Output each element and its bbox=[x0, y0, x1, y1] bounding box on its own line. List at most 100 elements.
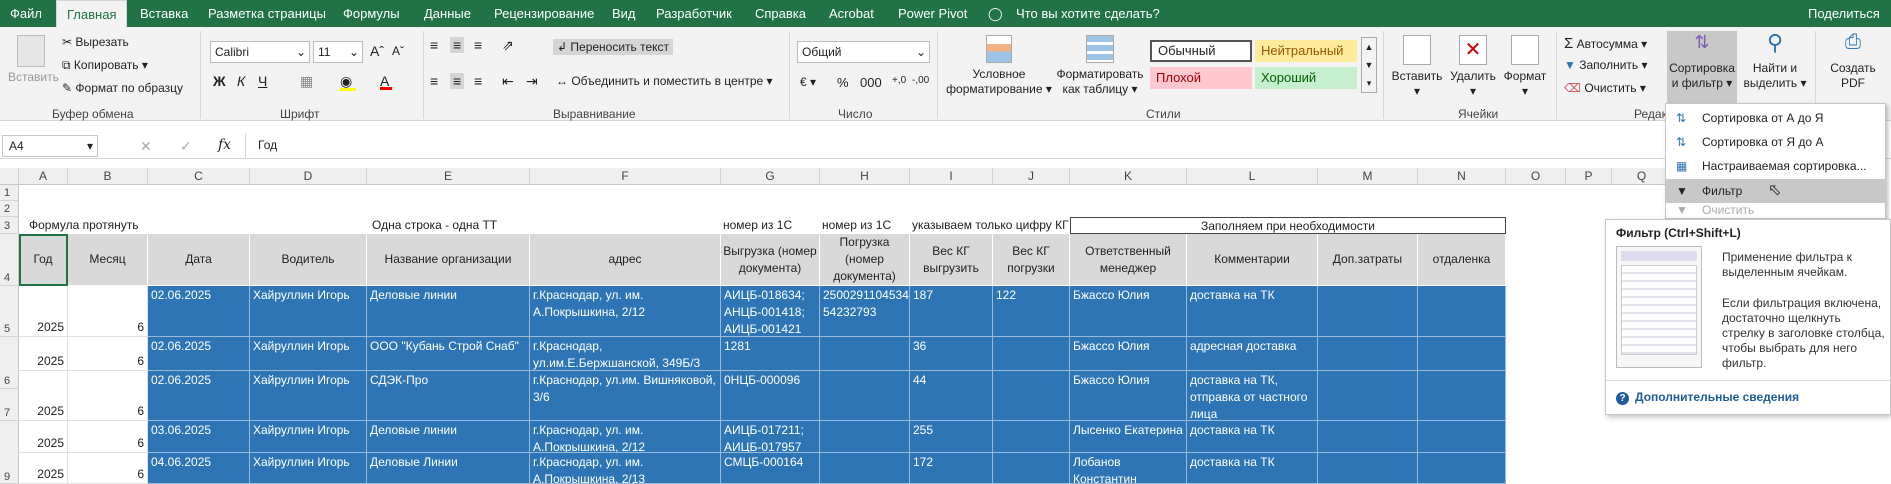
cell-addr[interactable]: г.Краснодар, ул. им. А.Покрышкина, 2/12 bbox=[530, 421, 721, 453]
table-header-j[interactable]: Вес КГ погрузки bbox=[993, 234, 1070, 286]
row3-note-a[interactable]: Формула протянуть bbox=[29, 217, 229, 234]
cell-w_un[interactable]: 36 bbox=[910, 337, 993, 371]
table-header-h[interactable]: Погрузка (номер документа) bbox=[820, 234, 910, 286]
row3-note-g[interactable]: номер из 1С bbox=[723, 217, 823, 234]
cell-org[interactable]: Деловые Линии bbox=[367, 453, 530, 484]
cell-date[interactable]: 02.06.2025 bbox=[148, 286, 250, 337]
column-header-f[interactable]: F bbox=[530, 168, 721, 185]
percent-icon[interactable]: % bbox=[837, 75, 849, 90]
tell-me-search[interactable]: Что вы хотите сделать? bbox=[1016, 0, 1160, 27]
cell-unload[interactable]: АИЦБ-017211; АИЦБ-017957 bbox=[721, 421, 820, 453]
cell-remote[interactable] bbox=[1418, 421, 1506, 453]
column-header-d[interactable]: D bbox=[250, 168, 367, 185]
cell-comment[interactable]: адресная доставка bbox=[1187, 337, 1318, 371]
cell-year[interactable]: 2025 bbox=[19, 337, 68, 371]
share-button[interactable]: Поделиться bbox=[1808, 0, 1880, 27]
row-header[interactable]: 9 bbox=[0, 453, 19, 484]
cell-year[interactable]: 2025 bbox=[19, 286, 68, 337]
style-good[interactable]: Хороший bbox=[1255, 67, 1357, 89]
cell-month[interactable]: 6 bbox=[68, 286, 148, 337]
tab-formulas[interactable]: Формулы bbox=[343, 0, 400, 27]
cell-load[interactable] bbox=[820, 453, 910, 484]
orientation-icon[interactable]: ⇗ bbox=[502, 37, 514, 54]
merge-center-button[interactable]: ↔ Объединить и поместить в центре ▾ bbox=[556, 74, 773, 88]
underline-button[interactable]: Ч bbox=[258, 73, 267, 89]
row-header[interactable]: 1 bbox=[0, 185, 19, 201]
cell-mgr[interactable]: Лысенко Екатерина bbox=[1070, 421, 1187, 453]
align-middle-icon[interactable]: ≡ bbox=[450, 37, 465, 53]
increase-font-icon[interactable]: Aˆ bbox=[370, 43, 384, 59]
style-normal[interactable]: Обычный bbox=[1150, 40, 1252, 62]
cell-unload[interactable]: 1281 bbox=[721, 337, 820, 371]
paste-button[interactable]: Вставить bbox=[8, 35, 59, 85]
column-header-h[interactable]: H bbox=[820, 168, 910, 185]
tab-power-pivot[interactable]: Power Pivot bbox=[898, 0, 967, 27]
cell-org[interactable]: Деловые линии bbox=[367, 421, 530, 453]
cell-remote[interactable] bbox=[1418, 286, 1506, 337]
cell-w_ld[interactable] bbox=[993, 371, 1070, 421]
align-right-icon[interactable]: ≡ bbox=[474, 73, 482, 89]
cancel-icon[interactable]: ✕ bbox=[140, 138, 152, 155]
cell-month[interactable]: 6 bbox=[68, 337, 148, 371]
cell-load[interactable] bbox=[820, 371, 910, 421]
find-select-button[interactable]: ⚲ Найти и выделить ▾ bbox=[1742, 31, 1808, 91]
font-size-select[interactable]: 11 ⌄ bbox=[313, 41, 363, 63]
cell-load[interactable] bbox=[820, 337, 910, 371]
cell-driver[interactable]: Хайруллин Игорь bbox=[250, 286, 367, 337]
enter-icon[interactable]: ✓ bbox=[180, 138, 192, 155]
cell-remote[interactable] bbox=[1418, 453, 1506, 484]
cut-button[interactable]: ✂ Вырезать bbox=[62, 35, 129, 49]
currency-icon[interactable]: € ▾ bbox=[800, 75, 816, 89]
tab-review[interactable]: Рецензирование bbox=[494, 0, 594, 27]
function-icon[interactable]: fx bbox=[218, 137, 231, 153]
tab-home[interactable]: Главная bbox=[56, 0, 128, 27]
tab-help[interactable]: Справка bbox=[755, 0, 806, 27]
more-info-link[interactable]: ? Дополнительные сведения bbox=[1616, 390, 1799, 405]
menu-item-custom-sort[interactable]: ▦ Настраиваемая сортировка... bbox=[1666, 154, 1885, 178]
row3-note-k[interactable]: Заполняем при необходимости bbox=[1070, 217, 1506, 234]
sort-filter-button[interactable]: ⇅ Сортировка и фильтр ▾ bbox=[1667, 31, 1737, 106]
decrease-decimal-icon[interactable]: -,00 bbox=[912, 75, 929, 86]
insert-cells-button[interactable]: Вставить ▾ bbox=[1390, 35, 1444, 99]
cell-extra-costs[interactable] bbox=[1318, 286, 1418, 337]
row3-note-h[interactable]: номер из 1С bbox=[822, 217, 922, 234]
font-color-icon[interactable]: A bbox=[380, 73, 392, 90]
cell-year[interactable]: 2025 bbox=[19, 421, 68, 453]
row-header[interactable]: 4 bbox=[0, 234, 19, 286]
create-pdf-button[interactable]: ⎙ Создать PDF bbox=[1822, 31, 1884, 91]
column-header-m[interactable]: M bbox=[1318, 168, 1418, 185]
cell-driver[interactable]: Хайруллин Игорь bbox=[250, 453, 367, 484]
fill-button[interactable]: ▼ Заполнить ▾ bbox=[1564, 58, 1648, 72]
wrap-text-button[interactable]: ↲ Переносить текст bbox=[553, 39, 674, 55]
conditional-formatting-button[interactable]: Условное форматирование ▾ bbox=[944, 35, 1054, 97]
cell-driver[interactable]: Хайруллин Игорь bbox=[250, 337, 367, 371]
row-header[interactable]: 7 bbox=[0, 389, 19, 421]
row-header[interactable]: 3 bbox=[0, 217, 19, 234]
cell-comment[interactable]: доставка на ТК bbox=[1187, 421, 1318, 453]
name-box[interactable]: A4 ▾ bbox=[2, 135, 98, 157]
format-as-table-button[interactable]: Форматировать как таблицу ▾ bbox=[1054, 35, 1146, 97]
align-bottom-icon[interactable]: ≡ bbox=[474, 37, 482, 53]
cell-date[interactable]: 02.06.2025 bbox=[148, 371, 250, 421]
table-header-n[interactable]: отдаленка bbox=[1418, 234, 1506, 286]
cell-remote[interactable] bbox=[1418, 371, 1506, 421]
column-header-p[interactable]: P bbox=[1566, 168, 1612, 185]
align-center-icon[interactable]: ≡ bbox=[450, 73, 465, 89]
table-header-i[interactable]: Вес КГ выгрузить bbox=[910, 234, 993, 286]
row3-note-e[interactable]: Одна строка - одна ТТ bbox=[372, 217, 572, 234]
thousands-icon[interactable]: 000 bbox=[860, 75, 882, 90]
clear-button[interactable]: ⌫ Очистить ▾ bbox=[1564, 81, 1646, 95]
column-header-q[interactable]: Q bbox=[1612, 168, 1672, 185]
style-neutral[interactable]: Нейтральный bbox=[1255, 40, 1357, 62]
tab-file[interactable]: Файл bbox=[10, 0, 42, 27]
table-header-c[interactable]: Дата bbox=[148, 234, 250, 286]
cell-year[interactable]: 2025 bbox=[19, 453, 68, 484]
styles-scroll[interactable]: ▲ ▼ ▾ bbox=[1361, 37, 1377, 93]
cell-date[interactable]: 03.06.2025 bbox=[148, 421, 250, 453]
row-header[interactable]: 2 bbox=[0, 201, 19, 217]
cell-mgr[interactable]: Бжассо Юлия bbox=[1070, 337, 1187, 371]
cell-w_un[interactable]: 44 bbox=[910, 371, 993, 421]
cell-date[interactable]: 04.06.2025 bbox=[148, 453, 250, 484]
cell-addr[interactable]: г.Краснодар, ул. им. А.Покрышкина, 2/12 bbox=[530, 286, 721, 337]
bold-button[interactable]: Ж bbox=[213, 73, 226, 89]
